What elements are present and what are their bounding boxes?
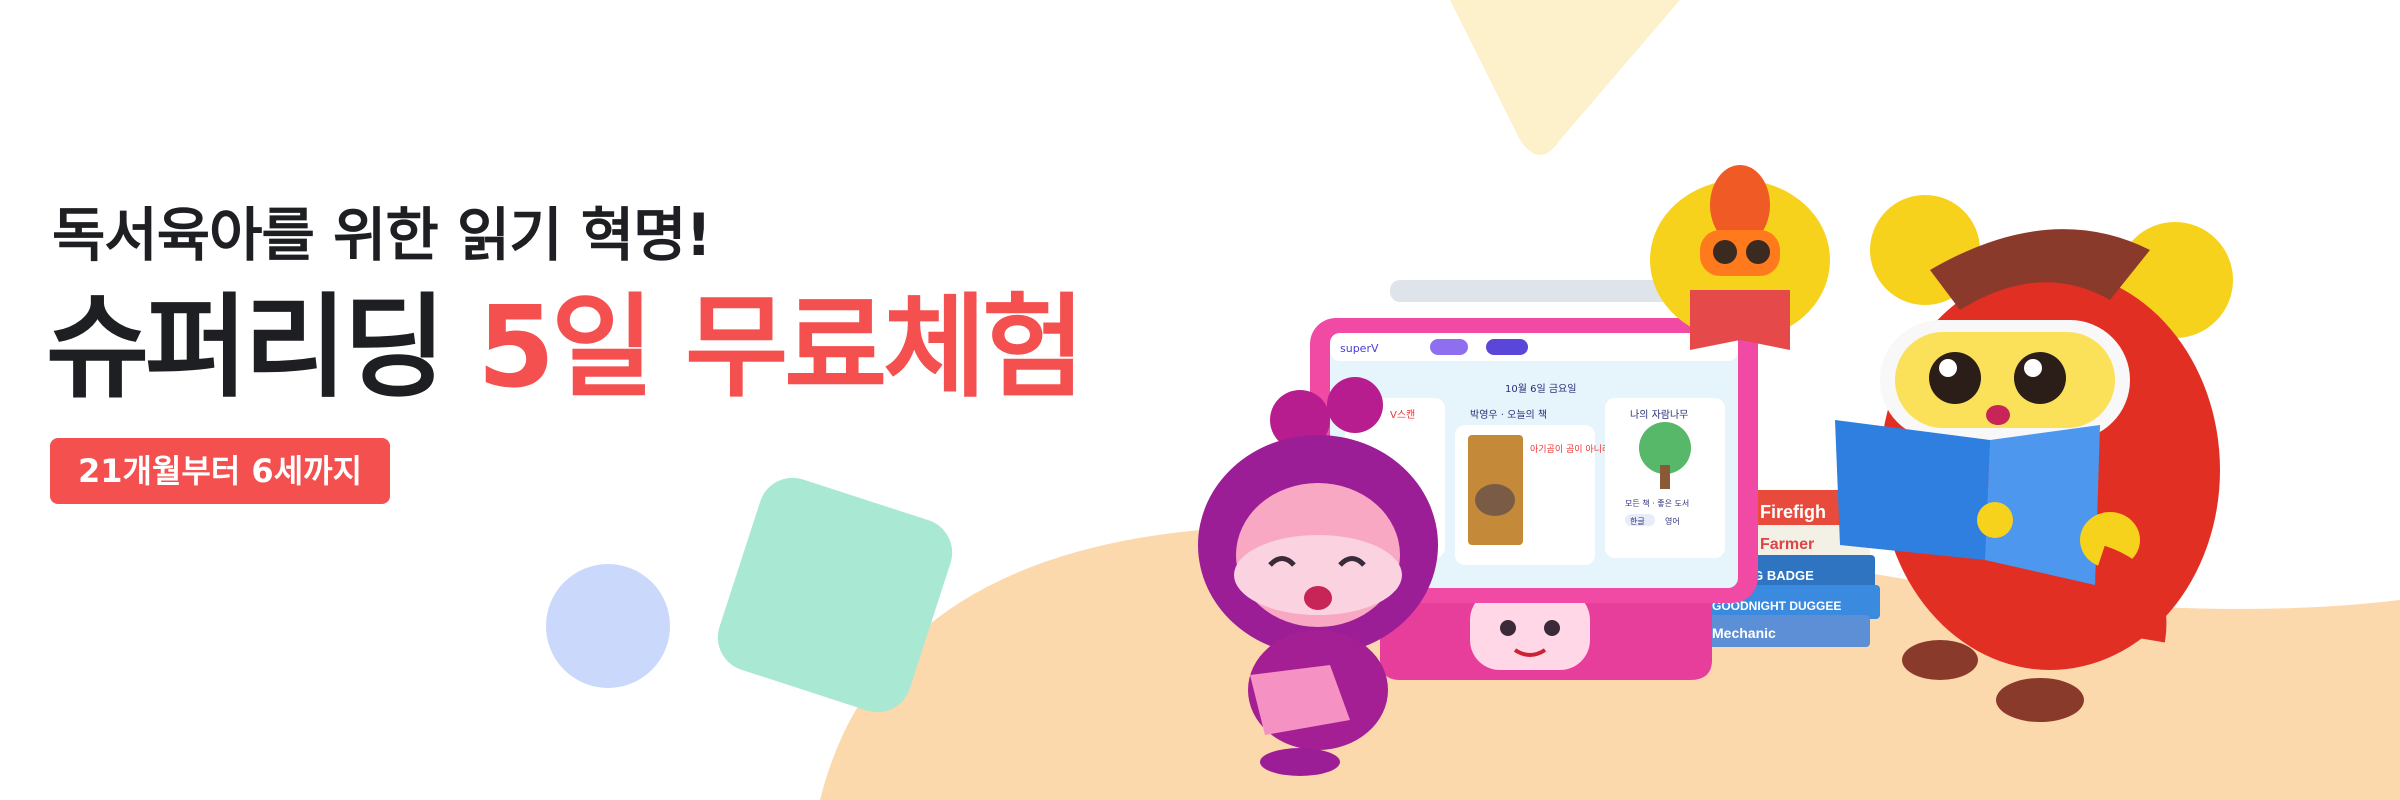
tablet-tree-caption: 모든 책 · 좋은 도서 <box>1625 498 1689 508</box>
page-title: 슈퍼리딩 5일 무료체험 <box>46 292 1085 404</box>
tablet-logo: superV <box>1340 342 1379 355</box>
book-title-2: Farmer <box>1760 536 1814 553</box>
age-badge: 21개월부터 6세까지 <box>50 438 391 504</box>
book-title-5: Mechanic <box>1712 625 1776 641</box>
yellow-triangle-shape <box>1450 0 1680 155</box>
title-accent: 5일 무료체험 <box>477 283 1085 413</box>
blue-circle-shape <box>546 564 670 688</box>
book-title-1: Firefigh <box>1760 502 1826 522</box>
red-bear-character <box>1835 195 2233 722</box>
tablet-tree-label: 나의 자람나무 <box>1630 408 1688 421</box>
tablet-side-label: V스캔 <box>1390 409 1415 421</box>
title-main: 슈퍼리딩 <box>46 283 446 413</box>
tablet-lang-tab-en: 영어 <box>1665 516 1680 526</box>
subtitle: 독서육아를 위한 읽기 혁명! <box>52 201 712 269</box>
tablet-lang-tab-kr: 한글 <box>1630 517 1645 526</box>
tablet-greeting: 박영우 · 오늘의 책 <box>1470 409 1547 421</box>
tablet-date: 10월 6일 금요일 <box>1505 383 1576 395</box>
product-illustration: Firefigh Farmer CARING BADGE GOODNIGHT D… <box>1198 165 2233 776</box>
